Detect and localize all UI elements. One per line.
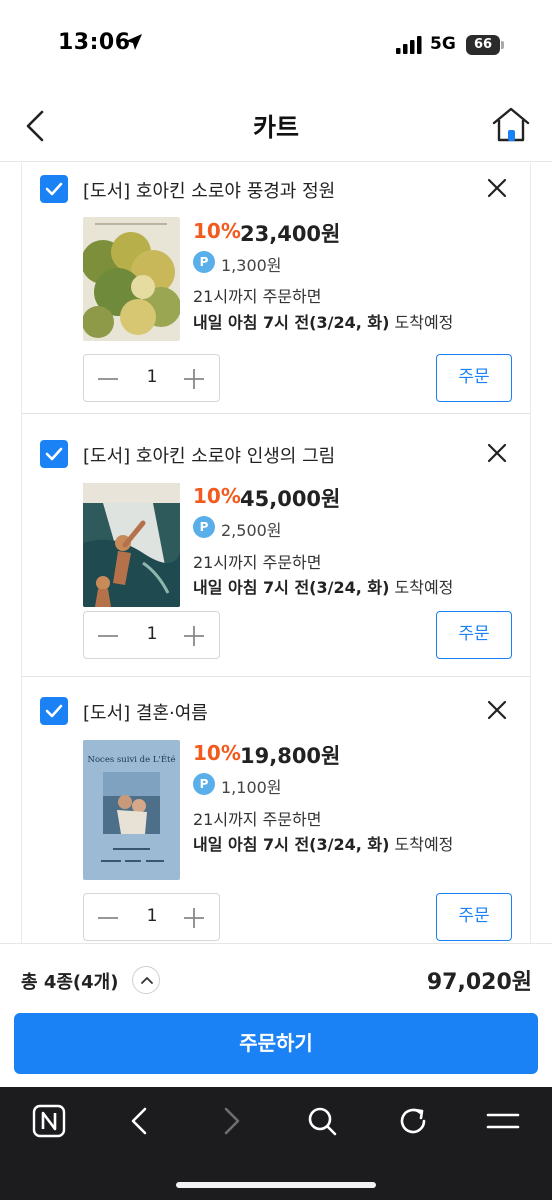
search-icon[interactable]	[304, 1103, 340, 1139]
delivery-time: 내일 아침 7시 전(3/24, 화)	[193, 313, 390, 332]
status-bar: 13:06 5G 66	[0, 0, 552, 90]
status-time: 13:06	[58, 30, 131, 55]
delivery-condition: 21시까지 주문하면	[193, 810, 322, 829]
battery-level: 66	[466, 35, 500, 55]
points-value: 2,500원	[221, 521, 282, 540]
close-icon[interactable]	[484, 440, 510, 466]
total-amount: 97,020원	[426, 970, 532, 995]
cart-item: [도서] 결혼·여름 Noces suivi de L'Été 10% 19,8…	[22, 677, 530, 941]
points-icon: P	[193, 773, 215, 795]
network-type: 5G	[430, 34, 456, 54]
item-title[interactable]: [도서] 호아킨 소로야 인생의 그림	[83, 442, 335, 468]
cart-list[interactable]: [도서] 호아킨 소로야 풍경과 정원 10% 23,400원 P 1,300원…	[21, 163, 531, 943]
naver-n-icon[interactable]	[31, 1103, 67, 1139]
battery-icon: 66	[466, 35, 504, 55]
menu-icon[interactable]	[485, 1103, 521, 1139]
home-indicator	[176, 1182, 376, 1188]
price: 45,000원	[240, 487, 341, 511]
delivery-estimate: 내일 아침 7시 전(3/24, 화) 도착예정	[193, 831, 453, 855]
nav-header: 카트	[0, 90, 552, 162]
discount-rate: 10%	[193, 741, 241, 765]
delivery-estimate: 내일 아침 7시 전(3/24, 화) 도착예정	[193, 309, 453, 333]
minus-icon[interactable]	[96, 367, 120, 391]
delivery-condition: 21시까지 주문하면	[193, 287, 322, 306]
points-icon: P	[193, 516, 215, 538]
chevron-up-icon	[141, 977, 153, 984]
signal-icon	[396, 36, 422, 54]
order-button[interactable]: 주문	[436, 611, 512, 659]
minus-icon[interactable]	[96, 906, 120, 930]
delivery-suffix: 도착예정	[394, 578, 454, 597]
order-button[interactable]: 주문	[436, 893, 512, 941]
book-cover[interactable]: Noces suivi de L'Été	[83, 740, 180, 880]
plus-icon[interactable]	[182, 367, 206, 391]
close-icon[interactable]	[484, 175, 510, 201]
delivery-suffix: 도착예정	[394, 313, 454, 332]
back-icon[interactable]	[122, 1103, 158, 1139]
quantity-stepper: 1	[83, 611, 220, 659]
forward-icon[interactable]	[213, 1103, 249, 1139]
plus-icon[interactable]	[182, 906, 206, 930]
book-cover[interactable]	[83, 483, 180, 607]
plus-icon[interactable]	[182, 624, 206, 648]
checkbox-checked-icon	[45, 182, 63, 196]
discount-rate: 10%	[193, 484, 241, 508]
item-checkbox[interactable]	[40, 440, 68, 468]
discount-rate: 10%	[193, 219, 241, 243]
item-count-label: 총 4종(4개)	[21, 972, 119, 993]
item-checkbox[interactable]	[40, 697, 68, 725]
close-icon[interactable]	[484, 697, 510, 723]
cover-title: Noces suivi de L'Été	[88, 753, 176, 765]
quantity-value[interactable]: 1	[134, 624, 170, 644]
quantity-value[interactable]: 1	[134, 906, 170, 926]
checkout-button[interactable]: 주문하기	[14, 1013, 538, 1074]
refresh-icon[interactable]	[395, 1103, 431, 1139]
summary-bar: 총 4종(4개) 97,020원	[0, 943, 552, 1013]
points-value: 1,100원	[221, 778, 282, 797]
price: 23,400원	[240, 222, 341, 246]
quantity-value[interactable]: 1	[134, 367, 170, 387]
checkbox-checked-icon	[45, 447, 63, 461]
price: 19,800원	[240, 744, 341, 768]
home-icon[interactable]	[490, 104, 532, 146]
quantity-stepper: 1	[83, 893, 220, 941]
page-title: 카트	[252, 113, 299, 142]
item-title[interactable]: [도서] 결혼·여름	[83, 699, 208, 725]
delivery-condition: 21시까지 주문하면	[193, 553, 322, 572]
points-icon: P	[193, 251, 215, 273]
location-arrow-icon	[126, 34, 142, 50]
minus-icon[interactable]	[96, 624, 120, 648]
expand-summary-button[interactable]	[132, 966, 160, 994]
points-value: 1,300원	[221, 256, 282, 275]
cart-item: [도서] 호아킨 소로야 풍경과 정원 10% 23,400원 P 1,300원…	[22, 163, 530, 414]
quantity-stepper: 1	[83, 354, 220, 402]
delivery-time: 내일 아침 7시 전(3/24, 화)	[193, 835, 390, 854]
checkbox-checked-icon	[45, 704, 63, 718]
item-title[interactable]: [도서] 호아킨 소로야 풍경과 정원	[83, 177, 335, 203]
book-cover[interactable]	[83, 217, 180, 341]
delivery-time: 내일 아침 7시 전(3/24, 화)	[193, 578, 390, 597]
delivery-estimate: 내일 아침 7시 전(3/24, 화) 도착예정	[193, 574, 453, 598]
cart-item: [도서] 호아킨 소로야 인생의 그림 10% 45,000원 P 2,500원…	[22, 420, 530, 677]
delivery-suffix: 도착예정	[394, 835, 454, 854]
order-button[interactable]: 주문	[436, 354, 512, 402]
item-checkbox[interactable]	[40, 175, 68, 203]
